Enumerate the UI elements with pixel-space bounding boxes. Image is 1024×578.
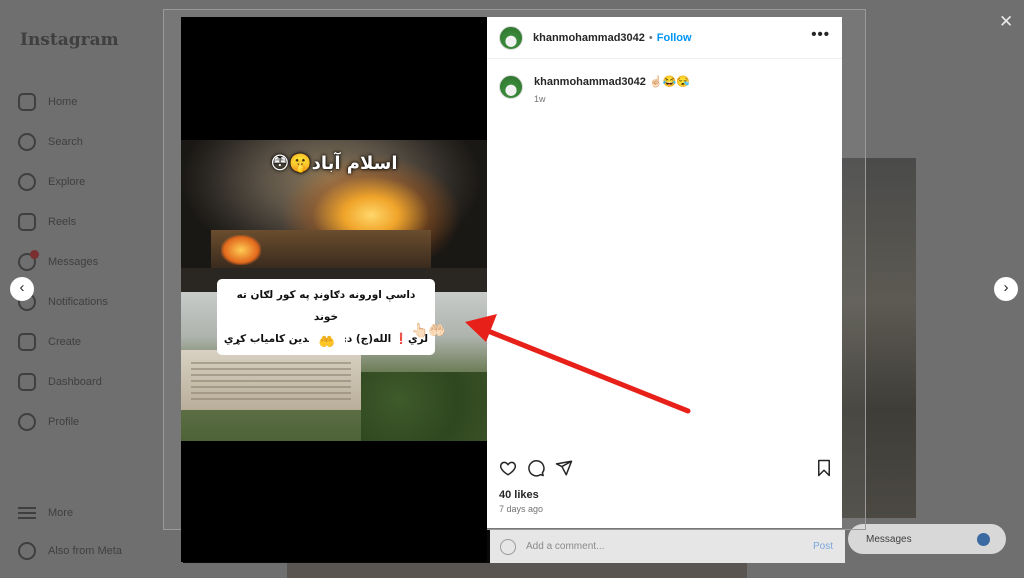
sidebar-item-profile[interactable]: Profile [18,402,108,442]
hotel-building [181,350,361,410]
caption-timestamp[interactable]: 1w [534,94,690,104]
post-comment-button[interactable]: Post [813,541,833,552]
comment-input[interactable]: Add a comment... [526,541,604,552]
messages-bar[interactable]: Messages [848,524,1006,554]
sidebar-item-explore[interactable]: Explore [18,162,108,202]
instagram-logo[interactable]: Instagram [20,30,119,50]
post-age: 7 days ago [499,504,544,514]
share-icon[interactable] [555,459,573,477]
post-header: khanmohammad3042 • Follow ••• [487,17,842,59]
sidebar-item-messages[interactable]: Messages [18,242,108,282]
caption-emoji: ☝🏻😂😪 [648,76,691,88]
post-username[interactable]: khanmohammad3042 [533,32,645,44]
separator-dot: • [648,31,653,44]
messages-label: Messages [866,533,912,545]
media-title-overlay: اسلام آباد🤫😳 [270,153,398,174]
sidebar-item-label: Home [48,96,78,108]
sidebar-item-label: Profile [48,416,80,428]
plus-square-icon [18,333,36,351]
sidebar-item-reels[interactable]: Reels [18,202,108,242]
reels-icon [18,213,36,231]
unread-badge [30,250,39,259]
sidebar-item-label: Messages [48,256,99,268]
caption-username[interactable]: khanmohammad3042 [534,76,646,88]
messages-avatar [977,533,990,546]
home-icon [18,93,36,111]
sidebar-item-create[interactable]: Create [18,322,108,362]
sidebar-item-label: Notifications [48,296,108,308]
sidebar-item-search[interactable]: Search [18,122,108,162]
follow-button[interactable]: Follow [657,32,692,44]
overlay-emoji-box: 🤲 [309,330,345,354]
like-heart-icon[interactable] [499,459,517,477]
menu-icon [18,507,36,519]
sidebar-nav: Home Search Explore Reels Messages Notif… [18,82,108,442]
post-actions [499,459,830,481]
sidebar-item-label: Explore [48,176,86,188]
post-caption: khanmohammad3042 ☝🏻😂😪 1w [499,75,690,104]
caption-body: khanmohammad3042 ☝🏻😂😪 1w [534,75,690,104]
sidebar-bottom: More Also from Meta [18,494,122,570]
avatar[interactable] [499,25,523,50]
sidebar-item-label: Create [48,336,82,348]
sidebar-item-more[interactable]: More [18,494,122,532]
fire-glow [221,235,261,265]
sidebar-item-label: More [48,507,74,519]
more-options-icon[interactable]: ••• [811,27,830,42]
emoji-icon[interactable] [500,538,516,555]
sidebar-item-label: Dashboard [48,376,102,388]
comment-bar: Add a comment... Post [490,530,845,563]
messenger-icon [18,250,39,271]
search-icon [18,133,36,151]
sidebar-item-home[interactable]: Home [18,82,108,122]
meta-icon [18,542,36,560]
close-icon[interactable]: ✕ [999,12,1013,32]
post-details-panel: khanmohammad3042 • Follow ••• khanmohamm… [487,17,842,528]
background-feed-strip [287,563,747,578]
likes-count[interactable]: 40 likes [499,489,539,501]
overlay-line-1: داسې اورونه دګاونډ په کور لګان ته خوند [236,289,416,323]
sidebar-item-label: Reels [48,216,77,228]
sidebar-item-label: Search [48,136,83,148]
comment-icon[interactable] [527,459,545,477]
avatar[interactable] [499,75,523,99]
sidebar-item-meta[interactable]: Also from Meta [18,532,122,570]
sidebar-item-dashboard[interactable]: Dashboard [18,362,108,402]
compass-icon [18,173,36,191]
side-emoji: 👆🏻🤲🏻 [411,322,446,338]
save-bookmark-icon[interactable] [816,459,832,477]
previous-post-button[interactable]: ‹ [10,277,34,301]
caption-text: khanmohammad3042 ☝🏻😂😪 [534,75,690,88]
avatar-icon [18,413,36,431]
trees [361,372,487,441]
dashboard-icon [18,373,36,391]
post-media[interactable]: اسلام آباد🤫😳 داسې اورونه دګاونډ په کور ل… [181,17,487,562]
sidebar-item-label: Also from Meta [48,545,122,557]
next-post-button[interactable]: › [994,277,1018,301]
